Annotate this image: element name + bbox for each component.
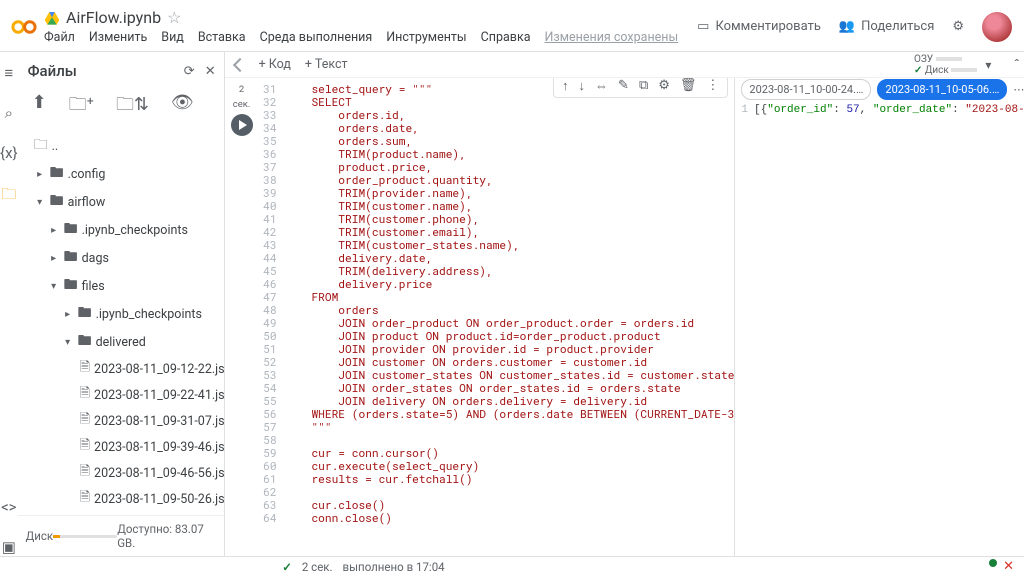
cell-gutter: 2 сек.	[225, 78, 259, 556]
files-toolbar: ⬆ 🗀⁺ 🗀⇅ 👁	[18, 86, 224, 132]
close-tab-icon[interactable]: ✕	[999, 83, 1008, 96]
terminal-icon[interactable]: ▣	[2, 538, 16, 556]
status-bar: ✓ 2 сек. выполнено в 17:04 ✕	[0, 556, 1024, 576]
gear-icon[interactable]: ⚙	[658, 78, 670, 94]
edit-icon[interactable]: ✎	[618, 78, 629, 94]
close-panel-icon[interactable]: ✕	[205, 64, 216, 79]
tree-file[interactable]: 🗎2023-08-11_09-46-56.json	[20, 460, 224, 486]
expand-icon[interactable]: ˆ	[1009, 56, 1020, 74]
settings-button[interactable]: ⚙	[952, 19, 964, 34]
code-cell[interactable]: ↑ ↓ ⇔ ✎ ⧉ ⚙ 🗑 ⋮ 31 select_query = """32 …	[259, 78, 735, 556]
variables-icon[interactable]: {x}	[0, 144, 18, 162]
move-down-icon[interactable]: ↓	[579, 78, 586, 94]
notebook-toolbar: + Код + Текст ОЗУ ✓ Диск ▾ ˆ	[225, 52, 1024, 78]
colab-logo-icon	[10, 13, 38, 41]
mount-drive-icon[interactable]: 🗀⇅	[116, 92, 149, 122]
share-button[interactable]: 👥Поделиться	[839, 19, 934, 34]
menu-help[interactable]: Справка	[481, 30, 531, 45]
tree-parent[interactable]: 🗀..	[20, 132, 224, 160]
disk-usage: Диск Доступно: 83.07 GB.	[18, 515, 224, 556]
comment-icon: ▭	[697, 19, 709, 34]
status-done-at: выполнено в 17:04	[343, 560, 445, 574]
link-icon[interactable]: ⇔	[595, 78, 608, 94]
menu-view[interactable]: Вид	[161, 30, 184, 45]
add-text-button[interactable]: + Текст	[305, 57, 348, 72]
menu-insert[interactable]: Вставка	[198, 30, 246, 45]
star-icon[interactable]: ☆	[167, 8, 181, 27]
show-hidden-icon[interactable]: 👁	[171, 92, 194, 122]
collapse-panel-icon[interactable]	[233, 57, 247, 71]
file-tree[interactable]: 🗀.. ▸🖿.config ▾🖿airflow ▸🖿.ipynb_checkpo…	[18, 132, 224, 515]
status-elapsed: 2 сек.	[302, 560, 333, 574]
resources-caret-icon[interactable]: ▾	[981, 58, 995, 72]
autosave-status[interactable]: Изменения сохранены	[545, 30, 679, 45]
output-tabs: 2023-08-11_10-00-24.json 2023-08-11_10-0…	[735, 78, 1024, 100]
menu-tools[interactable]: Инструменты	[386, 30, 466, 45]
tree-folder[interactable]: ▾🖿delivered	[20, 328, 224, 356]
output-content[interactable]: 1[{"order_id": 57, "order_date": "2023-0…	[735, 100, 1024, 556]
tree-folder[interactable]: ▸🖿.ipynb_checkpoints	[20, 216, 224, 244]
menu-edit[interactable]: Изменить	[89, 30, 147, 45]
new-folder-icon[interactable]: 🗀⁺	[69, 92, 94, 122]
files-icon[interactable]: 🗀	[0, 184, 16, 209]
tree-file[interactable]: 🗎2023-08-11_09-39-46.json	[20, 434, 224, 460]
delete-cell-icon[interactable]: 🗑	[680, 78, 697, 94]
comment-button[interactable]: ▭Комментировать	[697, 19, 821, 34]
output-more-icon[interactable]: ⋯	[1013, 83, 1024, 96]
main-area: + Код + Текст ОЗУ ✓ Диск ▾ ˆ 2 сек.	[225, 52, 1024, 556]
files-panel: Файлы ⟳ ✕ ⬆ 🗀⁺ 🗀⇅ 👁 🗀.. ▸🖿.config ▾🖿airf…	[18, 52, 225, 556]
more-icon[interactable]: ⋮	[706, 78, 719, 94]
app-header: AirFlow.ipynb ☆ Файл Изменить Вид Вставк…	[0, 0, 1024, 52]
search-icon[interactable]: ⌕	[5, 104, 13, 122]
tree-folder[interactable]: ▾🖿files	[20, 272, 224, 300]
runtime-resources[interactable]: ОЗУ ✓ Диск ▾	[914, 54, 995, 76]
check-icon: ✓	[282, 560, 292, 574]
mirror-icon[interactable]: ⧉	[639, 78, 648, 94]
connection-good-icon[interactable]	[989, 559, 997, 567]
tree-file[interactable]: 🗎2023-08-11_09-31-07.json	[20, 408, 224, 434]
cell-toolbar: ↑ ↓ ⇔ ✎ ⧉ ⚙ 🗑 ⋮	[553, 78, 728, 98]
files-panel-title: Файлы	[28, 62, 77, 80]
output-tab[interactable]: 2023-08-11_10-00-24.json	[741, 79, 871, 100]
drive-icon	[44, 10, 60, 26]
refresh-icon[interactable]: ⟳	[184, 64, 195, 79]
tree-folder[interactable]: ▸🖿.ipynb_checkpoints	[20, 300, 224, 328]
tree-file[interactable]: 🗎2023-08-11_09-50-26.json	[20, 486, 224, 512]
toc-icon[interactable]: ≡	[4, 64, 13, 82]
left-rail: ≡ ⌕ {x} 🗀 <> ▣	[0, 52, 18, 556]
tree-folder[interactable]: ▸🖿dags	[20, 244, 224, 272]
output-tab-active[interactable]: 2023-08-11_10-05-06.j✕	[877, 79, 1007, 100]
output-panel: 2023-08-11_10-00-24.json 2023-08-11_10-0…	[734, 78, 1024, 556]
share-icon: 👥	[839, 19, 855, 34]
notebook-title[interactable]: AirFlow.ipynb	[66, 8, 161, 27]
run-cell-button[interactable]	[231, 114, 253, 136]
cell-elapsed-unit: сек.	[233, 99, 251, 110]
disk-bar	[53, 535, 117, 538]
code-snippets-icon[interactable]: <>	[1, 498, 16, 516]
user-avatar[interactable]	[982, 12, 1012, 42]
menu-bar: Файл Изменить Вид Вставка Среда выполнен…	[44, 30, 697, 45]
menu-file[interactable]: Файл	[44, 30, 75, 45]
move-up-icon[interactable]: ↑	[562, 78, 569, 94]
connection-close-icon[interactable]: ✕	[1003, 559, 1014, 574]
tree-file[interactable]: 🗎2023-08-11_09-22-41.json	[20, 382, 224, 408]
tree-folder[interactable]: ▸🖿.config	[20, 160, 224, 188]
tree-file[interactable]: 🗎2023-08-11_09-12-22.json	[20, 356, 224, 382]
cell-elapsed: 2	[239, 84, 244, 95]
add-code-button[interactable]: + Код	[259, 57, 291, 72]
tree-folder[interactable]: ▾🖿airflow	[20, 188, 224, 216]
gear-icon: ⚙	[952, 19, 964, 34]
menu-runtime[interactable]: Среда выполнения	[260, 30, 373, 45]
upload-icon[interactable]: ⬆	[32, 92, 47, 122]
